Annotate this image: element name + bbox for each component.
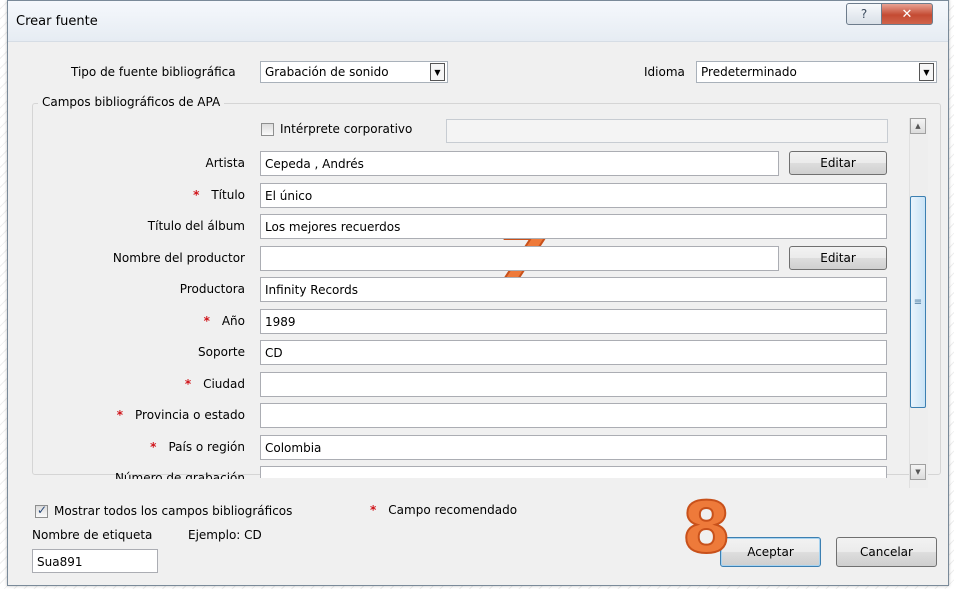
- field-label: * Título: [193, 188, 245, 202]
- field-label-text: País o región: [168, 440, 245, 454]
- field-input[interactable]: Cepeda , Andrés: [260, 151, 779, 176]
- field-input[interactable]: [260, 246, 779, 271]
- field-input[interactable]: Los mejores recuerdos: [260, 214, 887, 239]
- field-value: 1989: [265, 315, 296, 329]
- field-input[interactable]: El único: [260, 183, 887, 208]
- chevron-down-icon[interactable]: ▼: [430, 63, 445, 81]
- field-label-text: Artista: [205, 156, 246, 170]
- field-input[interactable]: Colombia: [260, 435, 887, 460]
- language-value: Predeterminado: [701, 65, 797, 79]
- required-star-icon: *: [184, 377, 192, 391]
- tag-name-value: Sua891: [37, 555, 83, 569]
- corporate-performer-field: [446, 119, 888, 143]
- field-label-text: Ciudad: [203, 377, 245, 391]
- accept-button[interactable]: Aceptar: [720, 537, 821, 567]
- field-label: Productora: [180, 282, 245, 296]
- close-button[interactable]: ✕: [881, 3, 933, 25]
- accept-label: Aceptar: [747, 545, 794, 559]
- language-label: Idioma: [644, 65, 685, 79]
- cancel-label: Cancelar: [860, 545, 913, 559]
- required-star-icon: *: [203, 314, 210, 328]
- source-type-select[interactable]: Grabación de sonido ▼: [260, 61, 448, 83]
- field-label-text: Soporte: [198, 345, 245, 359]
- edit-button[interactable]: Editar: [789, 151, 887, 175]
- field-label-text: Nombre del productor: [112, 251, 245, 265]
- tag-example-label: Ejemplo: CD: [188, 528, 262, 542]
- field-label: * Provincia o estado: [117, 408, 245, 422]
- arrow-up-icon: ▲: [915, 122, 921, 130]
- edit-button[interactable]: Editar: [789, 246, 887, 270]
- corporate-performer-label: Intérprete corporativo: [280, 122, 413, 136]
- recommended-field-legend: * Campo recomendado: [370, 503, 517, 517]
- field-value: Los mejores recuerdos: [265, 220, 401, 234]
- scroll-thumb[interactable]: ≡: [910, 196, 926, 408]
- source-type-label: Tipo de fuente bibliográfica: [71, 65, 236, 79]
- field-label-text: Título del álbum: [147, 219, 245, 233]
- field-label-text: Provincia o estado: [135, 408, 245, 422]
- title-bar: Crear fuente ? ✕: [8, 1, 948, 42]
- fields-scrollbar[interactable]: ▲ ≡ ▼: [909, 118, 928, 488]
- grip-icon: ≡: [913, 296, 923, 308]
- field-input[interactable]: [260, 403, 887, 428]
- field-label: * Ciudad: [185, 377, 245, 391]
- field-label-text: Título: [211, 188, 245, 202]
- field-label-text: Año: [221, 314, 245, 328]
- required-star-icon: *: [116, 408, 123, 422]
- field-label: Título del álbum: [148, 219, 245, 233]
- corporate-performer-checkbox[interactable]: [261, 123, 274, 136]
- field-input[interactable]: [260, 466, 887, 478]
- scroll-up-button[interactable]: ▲: [910, 118, 926, 134]
- cancel-button[interactable]: Cancelar: [836, 537, 937, 567]
- help-icon: ?: [860, 7, 868, 21]
- field-value: CD: [265, 346, 283, 360]
- edit-button-label: Editar: [820, 251, 856, 265]
- scroll-down-button[interactable]: ▼: [910, 464, 926, 480]
- field-value: Cepeda , Andrés: [265, 157, 364, 171]
- group-title: Campos bibliográficos de APA: [38, 95, 225, 109]
- field-value: Colombia: [265, 441, 322, 455]
- source-type-value: Grabación de sonido: [265, 65, 389, 79]
- field-label: Soporte: [198, 345, 245, 359]
- tag-name-label: Nombre de etiqueta: [32, 528, 153, 542]
- field-label: Nombre del productor: [113, 251, 245, 265]
- chevron-down-icon[interactable]: ▼: [919, 63, 934, 81]
- tag-name-input[interactable]: Sua891: [32, 549, 158, 573]
- show-all-fields-checkbox[interactable]: [35, 503, 48, 518]
- field-input[interactable]: CD: [260, 340, 887, 365]
- help-button[interactable]: ?: [846, 3, 882, 25]
- field-label-text: Productora: [179, 282, 245, 296]
- field-label: Artista: [206, 156, 246, 170]
- show-all-fields-label: Mostrar todos los campos bibliográficos: [54, 504, 293, 518]
- required-star-icon: *: [370, 503, 377, 517]
- language-select[interactable]: Predeterminado ▼: [696, 61, 937, 83]
- field-label: * País o región: [150, 440, 245, 454]
- field-label: Número de grabación: [115, 471, 245, 479]
- required-star-icon: *: [150, 440, 157, 454]
- arrow-down-icon: ▼: [915, 468, 921, 476]
- field-label: * Año: [204, 314, 245, 328]
- field-value: Infinity Records: [265, 283, 358, 297]
- required-star-icon: *: [193, 188, 200, 202]
- recommended-field-label: Campo recomendado: [388, 503, 518, 517]
- step-8-callout: 8: [681, 487, 732, 569]
- dialog-title: Crear fuente: [16, 14, 98, 29]
- edit-button-label: Editar: [820, 156, 856, 170]
- field-input[interactable]: Infinity Records: [260, 277, 887, 302]
- field-value: El único: [265, 189, 313, 203]
- create-source-dialog: Crear fuente ? ✕ Tipo de fuente bibliogr…: [7, 0, 949, 586]
- field-input[interactable]: [260, 372, 887, 397]
- field-input[interactable]: 1989: [260, 309, 887, 334]
- close-icon: ✕: [901, 6, 913, 22]
- field-label-text: Número de grabación: [114, 471, 245, 479]
